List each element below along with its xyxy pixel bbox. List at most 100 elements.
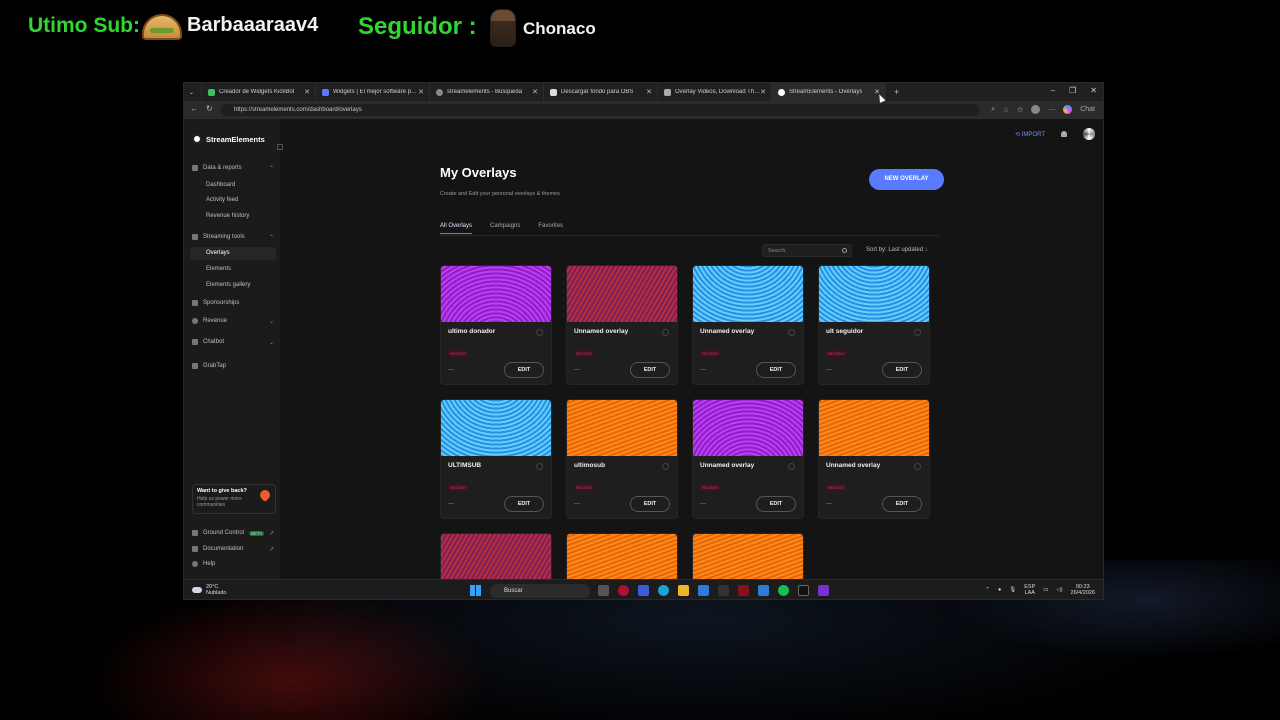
browser-tab[interactable]: Overlay Videos, Download The Best✕ (658, 83, 772, 101)
sidebar-item-revenue-history[interactable]: Revenue history (206, 213, 249, 219)
back-icon[interactable]: ← (190, 104, 198, 113)
overlay-card[interactable]: ultimosub RECENT — EDIT (566, 399, 678, 519)
mail-icon[interactable] (758, 585, 769, 596)
favorite-toggle-icon[interactable] (536, 463, 543, 470)
edit-button[interactable]: EDIT (756, 496, 796, 512)
chevron-up-icon[interactable]: ⌃ (985, 587, 990, 593)
profile-icon[interactable] (1031, 105, 1041, 114)
overlay-thumbnail[interactable] (693, 400, 803, 456)
new-overlay-button[interactable]: NEW OVERLAY (869, 169, 944, 190)
sidebar-item-elements-gallery[interactable]: Elements gallery (206, 282, 250, 288)
tray-app-icon[interactable]: ● (998, 587, 1001, 593)
overlay-thumbnail[interactable] (441, 400, 551, 456)
tab-list-button[interactable]: ⌄ (184, 83, 202, 101)
favorite-toggle-icon[interactable] (662, 463, 669, 470)
sidebar-item-chatbot[interactable]: Chatbot ⌄ (192, 339, 280, 346)
favorite-star-icon[interactable]: ☆ (1003, 106, 1009, 114)
volume-icon[interactable]: ◁) (1056, 587, 1062, 593)
edit-button[interactable]: EDIT (630, 362, 670, 378)
give-back-card[interactable]: Want to give back? Help us power more co… (192, 484, 276, 514)
more-icon[interactable]: ⋯ (1048, 106, 1055, 114)
edit-button[interactable]: EDIT (882, 496, 922, 512)
overlay-thumbnail[interactable] (819, 400, 929, 456)
sidebar-item-documentation[interactable]: Documentation ↗ (192, 546, 280, 553)
chat-button[interactable]: Chat (1080, 106, 1095, 113)
favorite-toggle-icon[interactable] (788, 463, 795, 470)
sidebar-item-ground-control[interactable]: Ground Control BETA ↗ (192, 530, 280, 537)
edit-button[interactable]: EDIT (504, 496, 544, 512)
search-input[interactable]: Search (762, 244, 852, 257)
refresh-icon[interactable]: ↻ (206, 104, 213, 113)
sort-dropdown[interactable]: Sort by: Last updated ↓ (866, 247, 928, 253)
close-window-icon[interactable]: ✕ (1090, 86, 1097, 95)
taskbar-search[interactable]: Buscar (490, 584, 590, 598)
edit-button[interactable]: EDIT (504, 362, 544, 378)
sidebar-item-revenue[interactable]: Revenue ⌄ (192, 318, 280, 325)
close-icon[interactable]: ✕ (532, 88, 538, 96)
favorite-toggle-icon[interactable] (662, 329, 669, 336)
opera-icon[interactable] (618, 585, 629, 596)
windows-start-icon[interactable] (470, 585, 481, 596)
sidebar-item-overlays[interactable]: Overlays (190, 247, 276, 260)
copilot-icon[interactable] (1063, 105, 1073, 114)
favorite-toggle-icon[interactable] (914, 463, 921, 470)
app-icon[interactable] (818, 585, 829, 596)
overlay-thumbnail[interactable] (819, 266, 929, 322)
browser-tab[interactable]: Widgets | El mejor software para stream✕ (316, 83, 430, 101)
close-icon[interactable]: ✕ (760, 88, 766, 96)
overlay-card[interactable]: Unnamed overlay RECENT — EDIT (692, 265, 804, 385)
url-field[interactable]: https://streamelements.com/dashboard/ove… (220, 104, 980, 116)
sidebar-item-streaming-tools[interactable]: Streaming tools ⌃ (192, 234, 280, 241)
sidebar-item-elements[interactable]: Elements (206, 266, 231, 272)
favorites-icon[interactable]: ✩ (1017, 106, 1023, 114)
brand-logo[interactable]: StreamElements (192, 134, 265, 144)
browser-tab[interactable]: streamelements - Búsqueda ✕ (430, 83, 544, 101)
edit-button[interactable]: EDIT (882, 362, 922, 378)
overlay-card[interactable]: ultimo donador RECENT — EDIT (440, 265, 552, 385)
task-view-icon[interactable] (598, 585, 609, 596)
overlay-thumbnail[interactable] (441, 266, 551, 322)
weather-widget[interactable]: 20°C Nublado (192, 584, 227, 596)
network-icon[interactable]: ▭ (1043, 587, 1048, 593)
user-avatar[interactable] (1083, 128, 1095, 140)
app-icon[interactable] (718, 585, 729, 596)
edit-button[interactable]: EDIT (630, 496, 670, 512)
new-tab-button[interactable]: + (886, 87, 907, 97)
tiktok-icon[interactable] (798, 585, 809, 596)
overlay-card[interactable]: ULTIMSUB RECENT — EDIT (440, 399, 552, 519)
overlay-thumbnail[interactable] (567, 400, 677, 456)
sidebar-item-help[interactable]: Help (192, 561, 280, 567)
import-button[interactable]: ⟲ IMPORT (1015, 131, 1045, 138)
app-icon[interactable] (638, 585, 649, 596)
language-indicator[interactable]: ESP LAA (1024, 584, 1035, 596)
sidebar-item-data-reports[interactable]: Data & reports ⌃ (192, 165, 280, 172)
close-icon[interactable]: ✕ (418, 88, 424, 96)
overlay-thumbnail[interactable] (567, 266, 677, 322)
sidebar-item-sponsorships[interactable]: Sponsorships (192, 300, 280, 306)
browser-tab[interactable]: Descargar fondo para OBS ✕ (544, 83, 658, 101)
clock[interactable]: 00:23 26/4/2026 (1071, 584, 1095, 596)
browser-tab-active[interactable]: StreamElements - Overlays ✕ (772, 83, 886, 101)
spotify-icon[interactable] (778, 585, 789, 596)
favorite-toggle-icon[interactable] (914, 329, 921, 336)
favorite-toggle-icon[interactable] (536, 329, 543, 336)
overlay-thumbnail[interactable] (693, 266, 803, 322)
sidebar-item-grabtap[interactable]: GrabTap (192, 363, 280, 369)
bell-icon[interactable] (1061, 131, 1067, 137)
tab-favorites[interactable]: Favorites (538, 223, 563, 234)
microphone-icon[interactable]: 🎙 (1009, 587, 1016, 593)
sidebar-item-dashboard[interactable]: Dashboard (206, 182, 235, 188)
app-icon[interactable] (698, 585, 709, 596)
maximize-icon[interactable]: ❐ (1069, 86, 1076, 95)
overlay-card[interactable]: Unnamed overlay RECENT — EDIT (692, 399, 804, 519)
overlay-card[interactable]: Unnamed overlay RECENT — EDIT (566, 265, 678, 385)
zoom-icon[interactable]: ⌕ (991, 106, 995, 114)
edit-button[interactable]: EDIT (756, 362, 796, 378)
sidebar-item-activity-feed[interactable]: Activity feed (206, 197, 238, 203)
close-icon[interactable]: ✕ (646, 88, 652, 96)
tab-all-overlays[interactable]: All Overlays (440, 223, 473, 234)
overlay-card[interactable]: ult seguidor RECENT — EDIT (818, 265, 930, 385)
minimize-icon[interactable]: – (1051, 86, 1055, 95)
file-explorer-icon[interactable] (678, 585, 689, 596)
browser-tab[interactable]: Creador de Widgets KickBot ✕ (202, 83, 316, 101)
